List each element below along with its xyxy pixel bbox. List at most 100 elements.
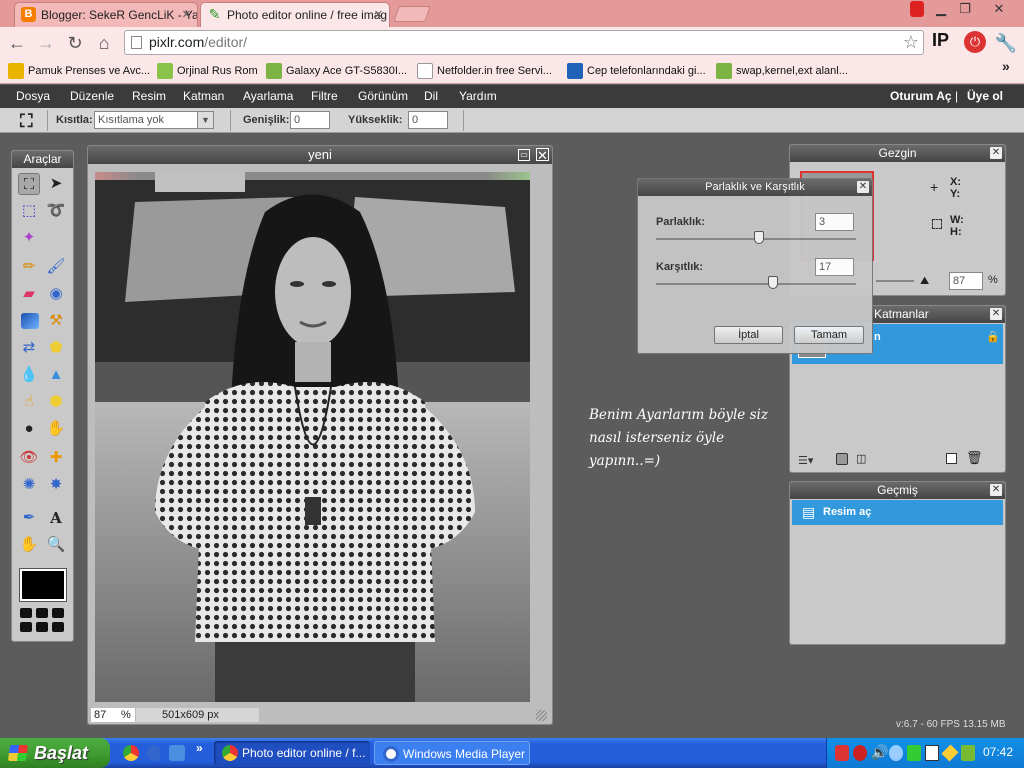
blur-tool-icon[interactable]: 💧 [18, 364, 40, 386]
navigator-zoom-input[interactable]: 87 [949, 272, 983, 290]
bloat-tool-icon[interactable]: ✺ [18, 474, 40, 496]
explorer-icon[interactable] [169, 745, 185, 761]
start-button[interactable]: Başlat [0, 738, 110, 768]
media-player-icon[interactable] [147, 745, 161, 761]
update-icon[interactable] [907, 745, 921, 761]
forward-arrow-icon[interactable]: → [34, 31, 58, 55]
paint-bucket-icon[interactable]: ◉ [45, 283, 67, 305]
smudge-tool-icon[interactable]: ☝ [18, 391, 40, 413]
sponge-tool-icon[interactable]: ⬢ [45, 391, 67, 413]
color-replace-icon[interactable]: ⇄ [18, 337, 40, 359]
sharpen-tool-icon[interactable]: ▲ [45, 364, 67, 386]
power-icon[interactable]: ⏻ [964, 31, 986, 53]
ip-badge[interactable]: IP [932, 30, 949, 51]
maximize-icon[interactable]: ▭ [518, 149, 530, 161]
menu-dil[interactable]: Dil [424, 89, 438, 103]
reload-icon[interactable]: ↻ [63, 31, 87, 55]
bookmark-item[interactable]: Orjinal Rus Rom [157, 62, 258, 80]
security-diamond-icon[interactable] [941, 744, 959, 762]
constrain-select[interactable]: Kısıtlama yok ▼ [94, 111, 214, 129]
pencil-tool-icon[interactable]: ✏ [18, 256, 40, 278]
bookmarks-overflow[interactable]: » [1002, 58, 1010, 74]
height-input[interactable]: 0 [408, 111, 448, 129]
zoom-slider[interactable] [876, 280, 914, 282]
new-tab-button[interactable] [393, 6, 431, 22]
red-eye-icon[interactable]: 👁 [18, 447, 40, 469]
layer-options-icon[interactable]: ☰▾ [798, 454, 813, 467]
wrench-icon[interactable]: 🔧 [994, 31, 1018, 55]
bookmark-item[interactable]: Galaxy Ace GT-S5830I... [266, 62, 407, 80]
menu-katman[interactable]: Katman [183, 89, 224, 103]
marquee-tool-icon[interactable]: ⬚ [18, 200, 40, 222]
width-input[interactable]: 0 [290, 111, 330, 129]
contrast-slider-track[interactable] [656, 283, 856, 285]
antivirus-icon[interactable] [853, 745, 867, 761]
close-icon[interactable]: ✕ [990, 308, 1002, 320]
cancel-button[interactable]: İptal [714, 326, 783, 344]
taskbar-item-media-player[interactable]: Windows Media Player [374, 741, 530, 765]
zoom-in-icon[interactable]: ⛰ [920, 275, 929, 288]
menu-gorunum[interactable]: Görünüm [358, 89, 408, 103]
bookmark-item[interactable]: Cep telefonlarındaki gi... [567, 62, 706, 80]
bookmark-item[interactable]: swap,kernel,ext alanl... [716, 62, 848, 80]
chrome-icon[interactable] [123, 745, 139, 761]
bookmark-item[interactable]: Netfolder.in free Servi... [417, 62, 552, 80]
menu-filtre[interactable]: Filtre [311, 89, 338, 103]
trash-icon[interactable]: 🗑 [966, 450, 983, 466]
close-icon[interactable]: ✕ [990, 147, 1002, 159]
close-window-icon[interactable]: ✕ [984, 0, 1014, 18]
volume-icon[interactable]: 🔊 [871, 744, 888, 761]
close-tab-icon[interactable]: ✕ [374, 3, 383, 27]
resize-grip-icon[interactable] [536, 710, 547, 721]
burn-tool-icon[interactable]: ✋ [45, 418, 67, 440]
crop-tool-icon[interactable]: ⛶ [18, 173, 40, 195]
magic-wand-icon[interactable]: ✦ [18, 227, 40, 249]
zoom-tool-icon[interactable]: 🔍 [45, 534, 67, 556]
signup-link[interactable]: Üye ol [967, 89, 1003, 103]
back-arrow-icon[interactable]: ← [5, 31, 29, 55]
type-tool-icon[interactable]: A [45, 507, 67, 529]
pinch-tool-icon[interactable]: ✸ [45, 474, 67, 496]
menu-duzenle[interactable]: Düzenle [70, 89, 114, 103]
login-link[interactable]: Oturum Aç [890, 89, 952, 103]
contrast-slider-thumb[interactable] [768, 276, 778, 289]
hand-tool-icon[interactable]: ✋ [18, 534, 40, 556]
grid-icon[interactable] [20, 608, 66, 636]
menu-resim[interactable]: Resim [132, 89, 166, 103]
address-bar[interactable]: pixlr.com/editor/ ☆ [124, 30, 924, 55]
spot-heal-icon[interactable]: ✚ [45, 447, 67, 469]
dodge-tool-icon[interactable]: ● [18, 418, 40, 440]
color-picker-icon[interactable]: ✒ [18, 507, 40, 529]
contrast-input[interactable]: 17 [815, 258, 854, 276]
zoom-field[interactable]: 87% [91, 708, 135, 722]
menu-dosya[interactable]: Dosya [16, 89, 50, 103]
layer-style-icon[interactable]: ◫ [856, 452, 866, 465]
shield-icon[interactable] [835, 745, 849, 761]
clone-stamp-icon[interactable]: ⚒ [45, 310, 67, 332]
menu-ayarlama[interactable]: Ayarlama [243, 89, 293, 103]
menu-yardim[interactable]: Yardım [459, 89, 497, 103]
history-item[interactable]: ▤ Resim aç [792, 500, 1003, 525]
monitor-icon[interactable] [925, 745, 939, 761]
brush-tool-icon[interactable]: 🖌 [45, 256, 67, 278]
new-layer-icon[interactable] [946, 453, 957, 464]
extension-shield-icon[interactable] [910, 1, 924, 17]
bookmark-star-icon[interactable]: ☆ [903, 31, 919, 54]
home-icon[interactable]: ⌂ [92, 31, 116, 55]
bookmark-item[interactable]: Pamuk Prenses ve Avc... [8, 62, 150, 80]
close-icon[interactable]: ✕ [536, 148, 549, 162]
lock-icon[interactable]: 🔒 [986, 330, 1000, 343]
canvas-image[interactable] [95, 172, 530, 702]
brightness-input[interactable]: 3 [815, 213, 854, 231]
move-tool-icon[interactable]: ➤ [45, 173, 67, 195]
taskbar-item-chrome[interactable]: Photo editor online / f... [214, 741, 370, 765]
brightness-slider-thumb[interactable] [754, 231, 764, 244]
eraser-tool-icon[interactable]: ▰ [18, 283, 40, 305]
gradient-tool-icon[interactable] [21, 313, 39, 329]
close-icon[interactable]: ✕ [857, 181, 869, 193]
layer-mask-icon[interactable] [836, 453, 848, 465]
lasso-tool-icon[interactable]: ➰ [45, 200, 67, 222]
close-icon[interactable]: ✕ [990, 484, 1002, 496]
minimize-icon[interactable]: ▁ [928, 0, 954, 18]
close-tab-icon[interactable]: ✕ [182, 3, 191, 27]
